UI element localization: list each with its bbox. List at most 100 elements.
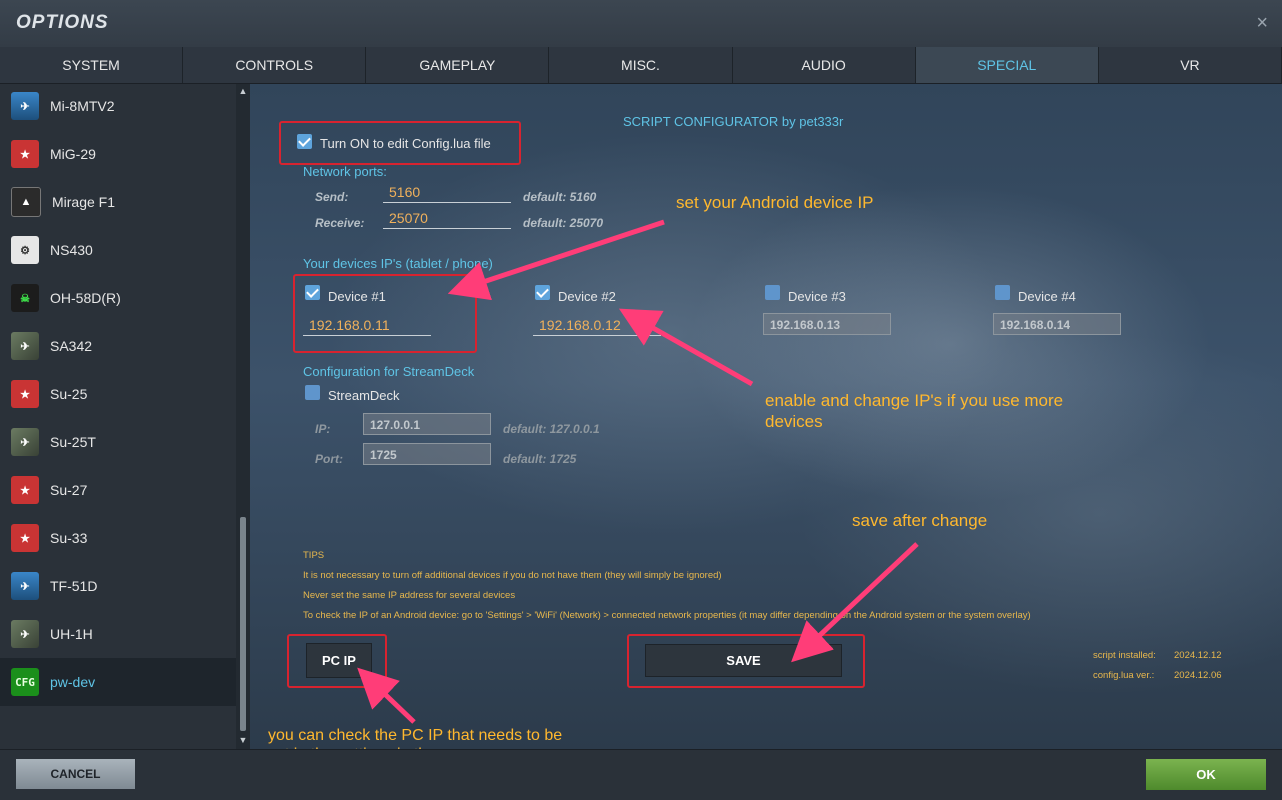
devices-header: Your devices IP's (tablet / phone): [303, 256, 493, 271]
close-icon[interactable]: ×: [1256, 12, 1268, 35]
highlight-device1-box: [293, 274, 477, 353]
jet-icon: ✈: [11, 428, 39, 456]
sidebar-item-oh-58d[interactable]: ☠ OH-58D(R): [0, 274, 236, 322]
sidebar-item-mi-8mtv2[interactable]: ✈ Mi-8MTV2: [0, 84, 236, 130]
streamdeck-label: StreamDeck: [328, 388, 400, 403]
configurator-title: SCRIPT CONFIGURATOR by pet333r: [623, 114, 844, 129]
receive-port-field[interactable]: 25070: [383, 207, 511, 229]
sidebar-item-label: Su-25T: [50, 434, 96, 450]
sidebar-item-mig-29[interactable]: ★ MiG-29: [0, 130, 236, 178]
sidebar-item-su-25[interactable]: ★ Su-25: [0, 370, 236, 418]
shield-icon: ★: [11, 524, 39, 552]
tab-audio[interactable]: AUDIO: [732, 47, 916, 83]
ok-button[interactable]: OK: [1146, 759, 1266, 790]
script-installed-value: 2024.12.12: [1174, 650, 1222, 661]
send-default: default: 5160: [523, 190, 597, 204]
tab-system[interactable]: SYSTEM: [0, 47, 184, 83]
cfg-icon: CFG: [11, 668, 39, 696]
scroll-down-icon[interactable]: ▼: [238, 735, 248, 745]
sidebar-item-label: Su-27: [50, 482, 88, 498]
streamdeck-checkbox[interactable]: [305, 385, 320, 400]
script-installed-label: script installed:: [1093, 650, 1156, 661]
sidebar-item-label: MiG-29: [50, 146, 96, 162]
helicopter-icon: ✈: [11, 620, 39, 648]
streamdeck-ip-label: IP:: [315, 422, 331, 436]
device-2-checkbox[interactable]: [535, 285, 550, 300]
streamdeck-port-default: default: 1725: [503, 452, 577, 466]
device-4-checkbox[interactable]: [995, 285, 1010, 300]
sidebar-item-su-33[interactable]: ★ Su-33: [0, 514, 236, 562]
send-label: Send:: [315, 190, 349, 204]
helicopter-icon: ✈: [11, 92, 39, 120]
streamdeck-ip-field[interactable]: 127.0.0.1: [363, 413, 491, 435]
tips-header: TIPS: [303, 550, 325, 561]
sidebar-item-label: Su-33: [50, 530, 88, 546]
receive-label: Receive:: [315, 216, 365, 230]
sidebar-item-label: pw-dev: [50, 674, 96, 690]
tab-misc[interactable]: MISC.: [549, 47, 733, 83]
annotation-set-ip: set your Android device IP: [676, 193, 874, 212]
streamdeck-header: Configuration for StreamDeck: [303, 364, 475, 379]
sidebar-item-sa342[interactable]: ✈ SA342: [0, 322, 236, 370]
sidebar-item-label: NS430: [50, 242, 93, 258]
highlight-save-box: [627, 634, 865, 688]
device-4-ip-field[interactable]: 192.168.0.14: [993, 313, 1121, 335]
sidebar-item-label: OH-58D(R): [50, 290, 121, 306]
scroll-up-icon[interactable]: ▲: [238, 86, 248, 96]
sidebar-item-su-27[interactable]: ★ Su-27: [0, 466, 236, 514]
config-version-label: config.lua ver.:: [1093, 670, 1155, 681]
streamdeck-port-field[interactable]: 1725: [363, 443, 491, 465]
cancel-button[interactable]: CANCEL: [16, 759, 135, 789]
gear-icon: ⚙: [11, 236, 39, 264]
send-port-field[interactable]: 5160: [383, 181, 511, 203]
streamdeck-port-label: Port:: [315, 452, 343, 466]
sidebar-item-su-25t[interactable]: ✈ Su-25T: [0, 418, 236, 466]
tab-gameplay[interactable]: GAMEPLAY: [366, 47, 550, 83]
skull-icon: ☠: [11, 284, 39, 312]
streamdeck-ip-default: default: 127.0.0.1: [503, 422, 600, 436]
annotation-save-after: save after change: [852, 511, 988, 530]
plane-icon: ✈: [11, 572, 39, 600]
helicopter-icon: ✈: [11, 332, 39, 360]
sidebar-item-mirage-f1[interactable]: ▲ Mirage F1: [0, 178, 236, 226]
sidebar-item-tf-51d[interactable]: ✈ TF-51D: [0, 562, 236, 610]
tab-controls[interactable]: CONTROLS: [183, 47, 367, 83]
device-3-label: Device #3: [788, 289, 846, 304]
tip-line: It is not necessary to turn off addition…: [303, 570, 722, 581]
config-version-value: 2024.12.06: [1174, 670, 1222, 681]
shield-icon: ★: [11, 476, 39, 504]
window-title: OPTIONS: [16, 12, 109, 33]
sidebar-item-label: Su-25: [50, 386, 88, 402]
module-sidebar: ✈ Mi-8MTV2 ★ MiG-29 ▲ Mirage F1 ⚙ NS430 …: [0, 84, 236, 749]
tab-bar: SYSTEM CONTROLS GAMEPLAY MISC. AUDIO SPE…: [0, 47, 1282, 84]
shield-icon: ★: [11, 140, 39, 168]
sidebar-item-label: TF-51D: [50, 578, 98, 594]
shield-icon: ★: [11, 380, 39, 408]
network-ports-header: Network ports:: [303, 164, 387, 179]
device-4-label: Device #4: [1018, 289, 1076, 304]
tab-vr[interactable]: VR: [1098, 47, 1282, 83]
device-3-ip-field[interactable]: 192.168.0.13: [763, 313, 891, 335]
sidebar-item-uh-1h[interactable]: ✈ UH-1H: [0, 610, 236, 658]
tip-line: Never set the same IP address for severa…: [303, 590, 516, 601]
sidebar-item-label: Mirage F1: [52, 194, 116, 210]
highlight-pcip-box: [287, 634, 387, 688]
sidebar-item-label: Mi-8MTV2: [50, 98, 115, 114]
annotation-enable-change: enable and change IP's if you use more d…: [765, 391, 1064, 431]
sidebar-scrollbar[interactable]: ▲ ▼: [236, 84, 250, 749]
title-bar: OPTIONS ×: [0, 0, 1282, 48]
jet-icon: ▲: [11, 187, 41, 217]
footer-bar: CANCEL OK: [0, 749, 1282, 800]
receive-default: default: 25070: [523, 216, 604, 230]
tab-special[interactable]: SPECIAL: [915, 47, 1099, 83]
device-2-label: Device #2: [558, 289, 616, 304]
tip-line: To check the IP of an Android device: go…: [303, 610, 1031, 621]
sidebar-item-label: SA342: [50, 338, 93, 354]
device-2-ip-field[interactable]: 192.168.0.12: [533, 314, 661, 336]
device-3-checkbox[interactable]: [765, 285, 780, 300]
sidebar-item-label: UH-1H: [50, 626, 93, 642]
scroll-thumb[interactable]: [240, 517, 246, 731]
sidebar-item-pw-dev[interactable]: CFG pw-dev: [0, 658, 236, 706]
highlight-enable-box: [279, 121, 521, 165]
sidebar-item-ns430[interactable]: ⚙ NS430: [0, 226, 236, 274]
